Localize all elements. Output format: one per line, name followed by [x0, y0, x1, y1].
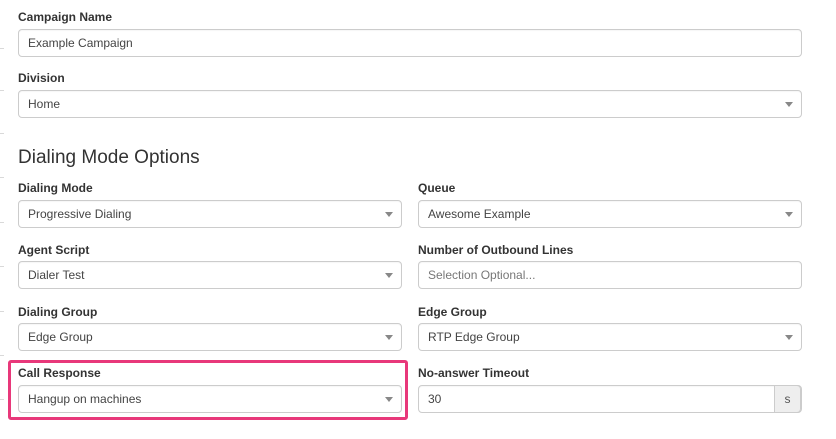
campaign-form: Campaign Name Example Campaign Division …: [0, 0, 836, 439]
dialing-group-label: Dialing Group: [18, 305, 98, 319]
timeout-label: No-answer Timeout: [418, 366, 530, 380]
chevron-down-icon: [785, 335, 793, 340]
edge-tick: [0, 177, 4, 178]
edge-tick: [0, 48, 4, 49]
edge-tick: [0, 266, 4, 267]
campaign-name-input[interactable]: Example Campaign: [18, 29, 802, 57]
dialing-mode-value: Progressive Dialing: [28, 207, 132, 221]
queue-value: Awesome Example: [428, 207, 531, 221]
call-response-highlight: [8, 360, 408, 420]
dialing-group-value: Edge Group: [28, 330, 93, 344]
edge-tick: [0, 399, 4, 400]
agent-script-select[interactable]: Dialer Test: [18, 261, 402, 289]
queue-select[interactable]: Awesome Example: [418, 200, 802, 228]
edge-tick: [0, 133, 4, 134]
dialing-group-select[interactable]: Edge Group: [18, 323, 402, 351]
outbound-lines-input[interactable]: Selection Optional...: [418, 261, 802, 289]
dialing-mode-label: Dialing Mode: [18, 181, 93, 195]
outbound-lines-label: Number of Outbound Lines: [418, 243, 574, 257]
chevron-down-icon: [385, 335, 393, 340]
edge-tick: [0, 355, 4, 356]
outbound-lines-placeholder: Selection Optional...: [428, 268, 536, 282]
division-label: Division: [18, 71, 65, 85]
timeout-unit-addon: s: [774, 385, 801, 413]
agent-script-value: Dialer Test: [28, 268, 85, 282]
campaign-name-label: Campaign Name: [18, 10, 113, 24]
edge-tick: [0, 90, 4, 91]
edge-tick: [0, 311, 4, 312]
campaign-name-value: Example Campaign: [28, 36, 133, 50]
timeout-value: 30: [428, 392, 442, 406]
chevron-down-icon: [385, 212, 393, 217]
dialing-mode-select[interactable]: Progressive Dialing: [18, 200, 402, 228]
section-title: Dialing Mode Options: [18, 147, 200, 168]
edge-group-select[interactable]: RTP Edge Group: [418, 323, 802, 351]
timeout-input[interactable]: 30 s: [418, 385, 802, 413]
division-select[interactable]: Home: [18, 90, 802, 118]
division-value: Home: [28, 97, 61, 111]
edge-tick: [0, 222, 4, 223]
chevron-down-icon: [385, 273, 393, 278]
edge-group-label: Edge Group: [418, 305, 487, 319]
queue-label: Queue: [418, 181, 456, 195]
chevron-down-icon: [785, 212, 793, 217]
edge-group-value: RTP Edge Group: [428, 330, 520, 344]
agent-script-label: Agent Script: [18, 243, 90, 257]
chevron-down-icon: [785, 102, 793, 107]
